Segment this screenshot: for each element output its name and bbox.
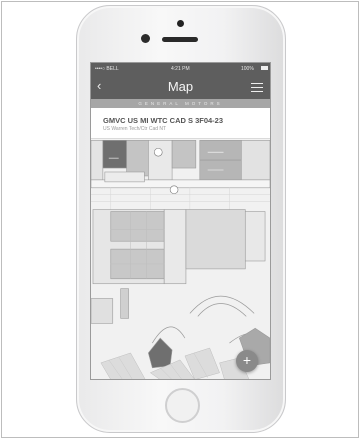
battery-icon — [261, 66, 268, 70]
add-button[interactable]: + — [236, 350, 258, 372]
upper-rooms — [91, 140, 270, 189]
room-code: GMVC US MI WTC CAD S 3F04-23 — [103, 116, 224, 125]
page-title: Map — [167, 79, 194, 94]
app-screen: ••••○ BELL 4:21 PM 100% ‹ Map GENERAL MO… — [90, 62, 271, 380]
battery-label: 100% — [241, 66, 254, 72]
home-button[interactable] — [165, 388, 200, 423]
nav-bar: ‹ Map — [91, 75, 270, 99]
camera-icon — [177, 20, 184, 27]
selected-room — [102, 140, 127, 169]
sensor-icon — [141, 34, 150, 43]
clock: 4:21 PM — [171, 66, 190, 72]
floor-plan-map[interactable] — [91, 139, 270, 380]
carrier-label: ••••○ BELL — [95, 66, 119, 72]
menu-icon[interactable] — [251, 83, 263, 92]
room-subtitle: US Warren Tech/Ctr Cad NT — [103, 126, 167, 132]
brand-bar: GENERAL MOTORS — [91, 99, 270, 108]
room-info-card[interactable]: GMVC US MI WTC CAD S 3F04-23 US Warren T… — [91, 108, 270, 139]
status-bar: ••••○ BELL 4:21 PM 100% — [91, 63, 270, 75]
speaker-grille — [162, 37, 198, 42]
